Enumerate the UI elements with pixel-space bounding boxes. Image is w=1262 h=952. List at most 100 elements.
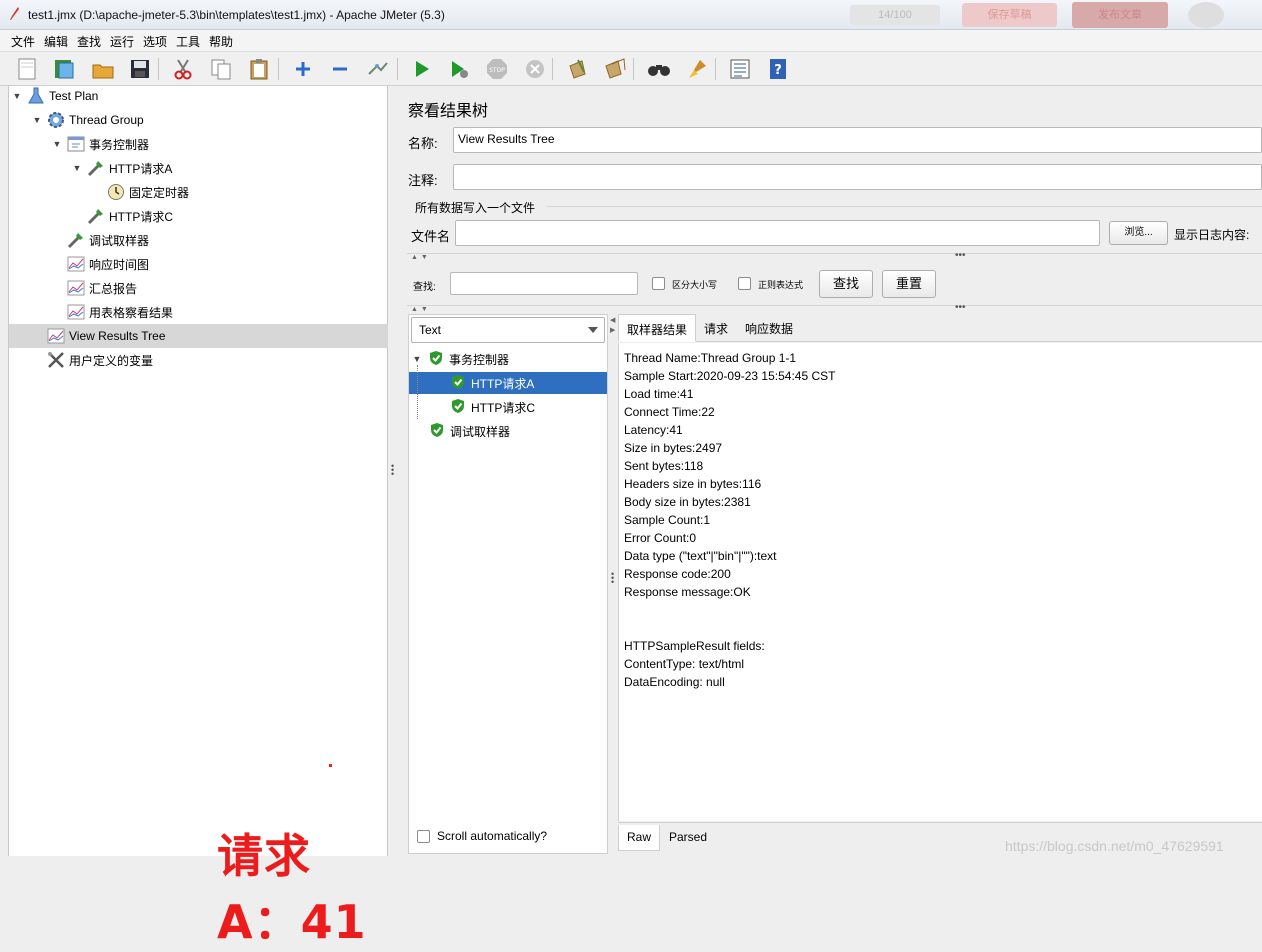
result-node-http-request-c[interactable]: HTTP请求C (451, 396, 535, 418)
collapse-arrows-icon[interactable]: ▲▼ (411, 306, 431, 313)
result-node-label: 调试取样器 (450, 424, 511, 439)
menu-help[interactable]: 帮助 (209, 33, 233, 50)
search-input[interactable] (450, 272, 638, 295)
case-sensitive-checkbox[interactable] (652, 277, 665, 290)
cut-icon[interactable] (171, 57, 195, 81)
regex-checkbox[interactable] (738, 277, 751, 290)
renderer-select[interactable]: Text (411, 317, 605, 343)
templates-icon[interactable] (52, 57, 76, 81)
http-sampler-icon (87, 159, 105, 177)
copy-icon[interactable] (209, 57, 233, 81)
shutdown-icon[interactable] (523, 57, 547, 81)
tab-sampler-result[interactable]: 取样器结果 (618, 314, 697, 342)
expanded-toggle-icon[interactable]: ▼ (71, 163, 83, 173)
menu-tools[interactable]: 工具 (176, 33, 200, 50)
reset-button[interactable]: 重置 (882, 270, 936, 298)
expanded-toggle-icon[interactable]: ▼ (411, 354, 423, 364)
collapse-icon[interactable] (328, 57, 352, 81)
result-tabs: 取样器结果 请求 响应数据 (618, 314, 1262, 342)
window-title: test1.jmx (D:\apache-jmeter-5.3\bin\temp… (28, 8, 445, 22)
result-node-http-request-a[interactable]: HTTP请求A (451, 372, 534, 394)
tree-node-user-defined-variables[interactable]: 用户定义的变量 (47, 349, 153, 371)
main-splitter[interactable]: • • • (389, 86, 397, 856)
menu-search[interactable]: 查找 (77, 33, 101, 50)
new-icon[interactable] (15, 57, 39, 81)
tree-node-test-plan[interactable]: ▼ Test Plan (11, 85, 98, 107)
start-icon[interactable] (410, 57, 434, 81)
section-divider[interactable]: ▲▼ ••• (407, 250, 1262, 263)
tree-node-constant-timer[interactable]: 固定定时器 (107, 181, 189, 203)
clear-all-icon[interactable] (603, 57, 627, 81)
menu-file[interactable]: 文件 (11, 33, 35, 50)
help-icon[interactable]: ? (766, 57, 790, 81)
find-button[interactable]: 查找 (819, 270, 873, 298)
detail-line: Size in bytes:2497 (624, 441, 723, 455)
detail-line: Connect Time:22 (624, 405, 715, 419)
scroll-automatically-checkbox[interactable] (417, 829, 430, 843)
function-helper-icon[interactable] (728, 57, 752, 81)
tree-node-debug-sampler[interactable]: 调试取样器 (67, 229, 149, 251)
tab-response-data[interactable]: 响应数据 (737, 314, 801, 342)
result-node-debug-sampler[interactable]: 调试取样器 (430, 420, 510, 442)
blurred-draft-button[interactable]: 保存草稿 (962, 3, 1057, 27)
blurred-publish-button[interactable]: 发布文章 (1072, 2, 1168, 28)
title-bar: test1.jmx (D:\apache-jmeter-5.3\bin\temp… (0, 0, 1262, 30)
blurred-avatar[interactable] (1188, 2, 1224, 28)
reset-search-icon[interactable] (685, 57, 709, 81)
comment-field[interactable] (453, 164, 1262, 190)
tree-node-thread-group[interactable]: ▼ Thread Group (31, 109, 144, 131)
expand-icon[interactable] (291, 57, 315, 81)
test-plan-tree: ▼ Test Plan ▼ Thread Group ▼ 事务控制器 ▼ HTT… (8, 85, 388, 949)
save-icon[interactable] (128, 57, 152, 81)
browse-button[interactable]: 浏览... (1109, 221, 1168, 245)
chevron-down-icon[interactable] (588, 327, 598, 333)
tab-request[interactable]: 请求 (696, 314, 736, 342)
expanded-toggle-icon[interactable]: ▼ (11, 91, 23, 101)
toggle-icon[interactable] (366, 57, 390, 81)
thread-group-icon (47, 111, 65, 129)
search-icon[interactable] (647, 57, 671, 81)
graph-icon (47, 327, 65, 345)
divider-grip-icon[interactable]: ••• (955, 302, 966, 313)
tree-node-view-results-in-table[interactable]: 用表格察看结果 (67, 301, 173, 323)
tree-node-http-request-a[interactable]: ▼ HTTP请求A (71, 157, 172, 179)
tab-raw[interactable]: Raw (618, 825, 661, 851)
success-shield-icon (451, 374, 465, 393)
paste-icon[interactable] (247, 57, 271, 81)
tree-node-transaction-controller[interactable]: ▼ 事务控制器 (51, 133, 149, 155)
toolbar: STOP ? (0, 52, 1262, 86)
tree-node-response-time-graph[interactable]: 响应时间图 (67, 253, 149, 275)
scroll-automatically-option[interactable]: Scroll automatically? (417, 829, 547, 843)
result-node-transaction-controller[interactable]: ▼ 事务控制器 (411, 348, 509, 370)
result-node-label: HTTP请求A (471, 376, 535, 391)
splitter-grip-icon[interactable]: • • • (611, 570, 614, 587)
tree-node-label: 用表格察看结果 (89, 305, 174, 320)
tree-node-view-results-tree[interactable]: View Results Tree (47, 325, 166, 347)
tree-node-http-request-c[interactable]: HTTP请求C (87, 205, 173, 227)
group-divider (547, 206, 1262, 207)
filename-field[interactable] (455, 220, 1100, 246)
case-sensitive-label: 区分大小写 (672, 280, 718, 290)
expanded-toggle-icon[interactable]: ▼ (31, 115, 43, 125)
svg-text:?: ? (774, 63, 782, 78)
collapse-arrows-icon[interactable]: ◀ ▶ (610, 316, 615, 336)
open-icon[interactable] (91, 57, 115, 81)
result-node-label: HTTP请求C (471, 400, 535, 415)
expanded-toggle-icon[interactable]: ▼ (51, 139, 63, 149)
clear-icon[interactable] (565, 57, 589, 81)
stop-icon[interactable]: STOP (485, 57, 509, 81)
menu-options[interactable]: 选项 (143, 33, 167, 50)
graph-icon (67, 255, 85, 273)
name-field[interactable]: View Results Tree (453, 127, 1262, 153)
divider-grip-icon[interactable]: ••• (955, 250, 966, 261)
splitter-grip-icon[interactable]: • • • (391, 462, 394, 479)
start-no-pause-icon[interactable] (447, 57, 471, 81)
menu-run[interactable]: 运行 (110, 33, 134, 50)
tab-parsed[interactable]: Parsed (661, 825, 715, 851)
tree-guide-line (417, 365, 418, 419)
tree-node-label: Thread Group (69, 113, 144, 127)
tree-node-summary-report[interactable]: 汇总报告 (67, 277, 137, 299)
menu-edit[interactable]: 编辑 (44, 33, 68, 50)
collapse-arrows-icon[interactable]: ▲▼ (411, 254, 431, 261)
results-splitter[interactable]: ◀ ▶ • • • (608, 314, 618, 854)
